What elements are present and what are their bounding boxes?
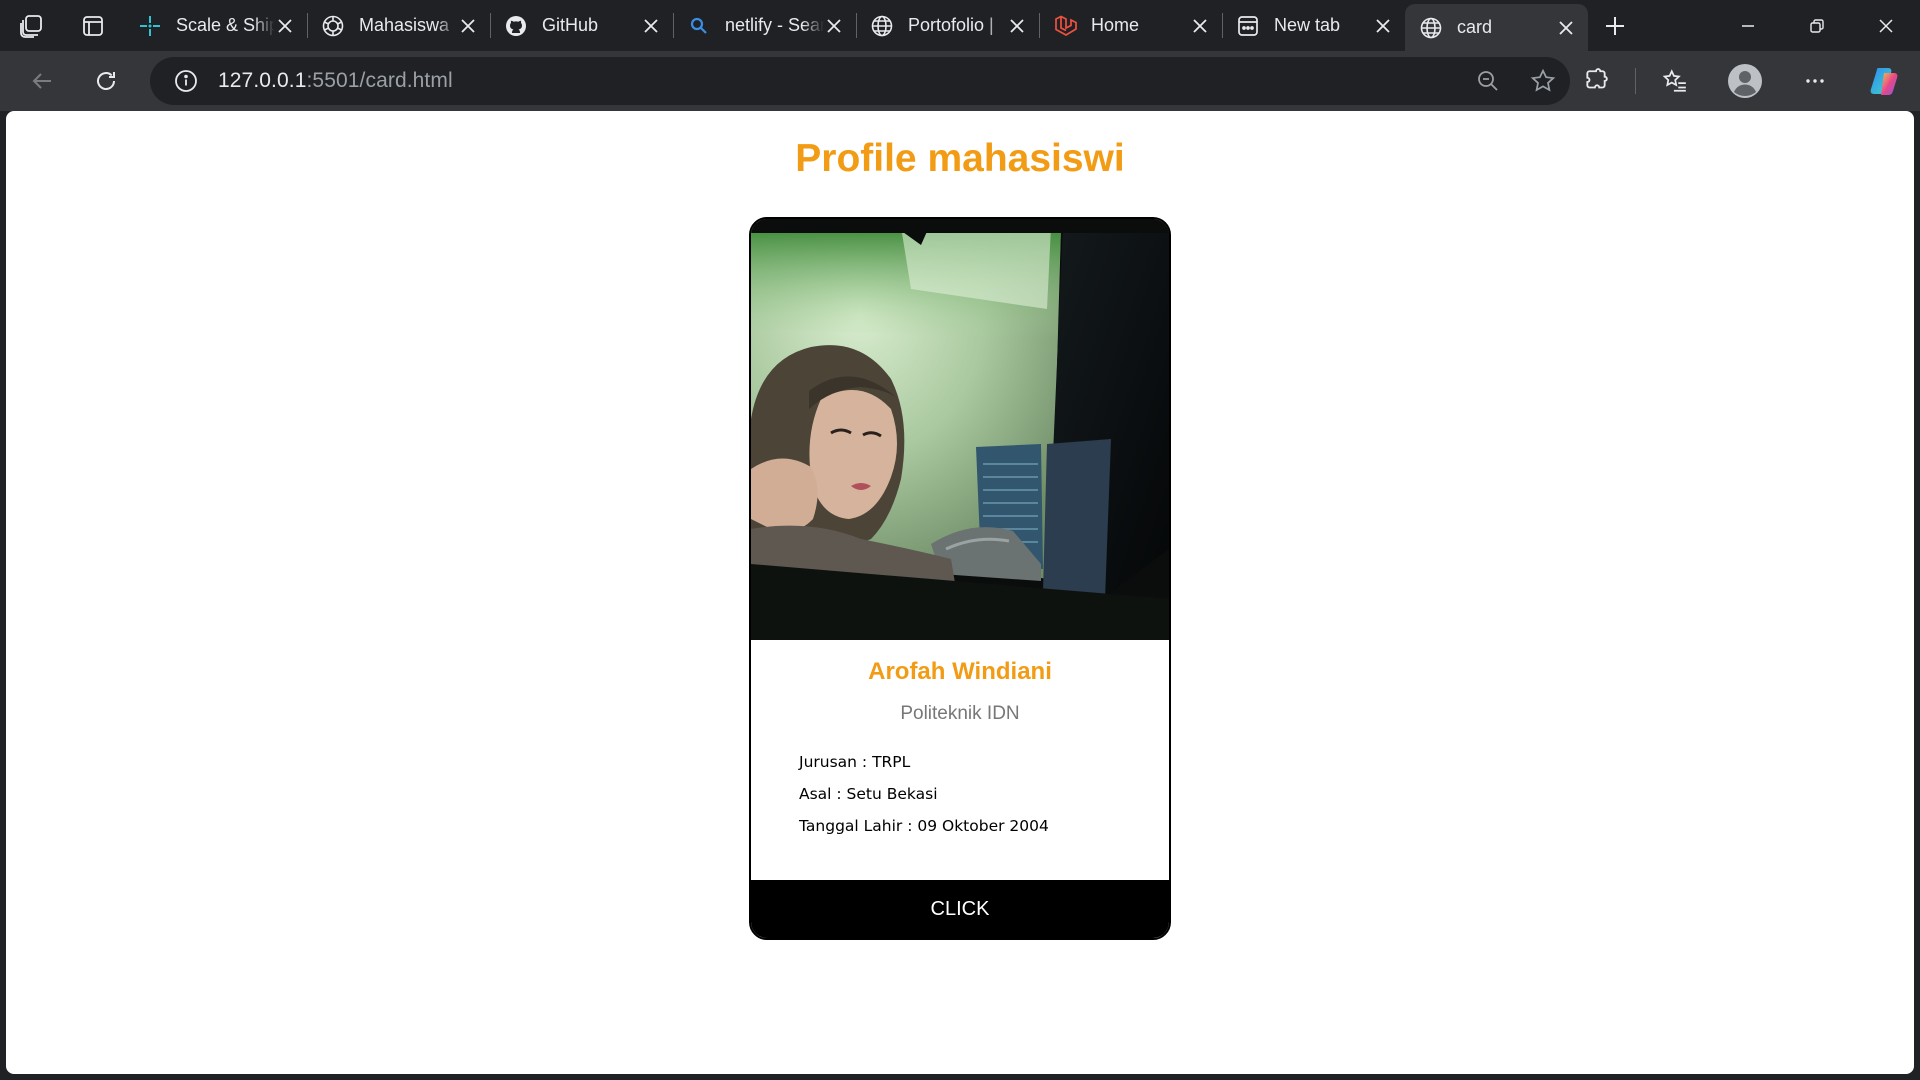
page-title: Profile mahasiswi (795, 137, 1125, 180)
student-school: Politeknik IDN (900, 703, 1020, 724)
openai-icon (321, 14, 345, 38)
page-viewport: Profile mahasiswi Arofah Windiani Polite… (6, 111, 1914, 1074)
tab-scale-ship[interactable]: Scale & Ship (124, 0, 307, 51)
profile-photo (751, 219, 1169, 640)
close-icon[interactable] (275, 16, 295, 36)
favorites-button[interactable] (1640, 51, 1710, 111)
close-icon[interactable] (1373, 16, 1393, 36)
minimize-icon (1741, 24, 1754, 27)
back-arrow-icon (32, 73, 51, 89)
tab-netlify-search[interactable]: netlify - Search (673, 0, 856, 51)
refresh-icon (97, 72, 115, 90)
url-path: :5501/card.html (306, 69, 453, 92)
close-icon[interactable] (641, 16, 661, 36)
tab-actions-button[interactable] (62, 0, 124, 51)
refresh-button[interactable] (74, 51, 138, 111)
more-menu-button[interactable] (1780, 51, 1850, 111)
window-controls (1713, 0, 1920, 51)
copilot-button[interactable] (1850, 51, 1920, 111)
tab-title: card (1457, 17, 1493, 37)
click-button[interactable]: CLICK (751, 880, 1169, 938)
search-icon (687, 14, 711, 38)
globe-icon (870, 14, 894, 38)
extensions-button[interactable] (1561, 51, 1631, 111)
tab-title: Portofolio | (908, 15, 994, 35)
sparkle-icon (138, 14, 162, 38)
tab-card[interactable]: card (1405, 4, 1588, 51)
toolbar-divider (1635, 68, 1636, 94)
close-icon (1878, 18, 1893, 33)
copilot-icon (1870, 68, 1898, 95)
newtab-icon (1236, 14, 1260, 38)
tab-mahasiswa[interactable]: Mahasiswa (307, 0, 490, 51)
browser-toolbar: 127.0.0.1:5501/card.html (0, 51, 1920, 111)
restore-button[interactable] (1782, 0, 1851, 51)
tab-title: Mahasiswa (359, 15, 450, 35)
back-button[interactable] (10, 51, 74, 111)
close-icon[interactable] (824, 16, 844, 36)
star-icon[interactable] (1530, 68, 1556, 94)
favorites-list-icon (1662, 69, 1686, 92)
close-icon[interactable] (1190, 16, 1210, 36)
zoom-out-icon[interactable] (1476, 69, 1500, 93)
restore-icon (1809, 18, 1824, 33)
tab-github[interactable]: GitHub (490, 0, 673, 51)
student-name: Arofah Windiani (868, 658, 1052, 685)
close-window-button[interactable] (1851, 0, 1920, 51)
tab-title: GitHub (542, 15, 599, 35)
github-icon (504, 14, 528, 38)
more-dots-icon (1806, 79, 1824, 83)
address-bar[interactable]: 127.0.0.1:5501/card.html (150, 57, 1570, 105)
tab-home[interactable]: Home (1039, 0, 1222, 51)
tab-title: Scale & Ship (176, 15, 275, 35)
profile-card: Arofah Windiani Politeknik IDN Jurusan :… (749, 217, 1171, 940)
jurusan-text: Jurusan : TRPL (799, 753, 911, 771)
tab-new-tab[interactable]: New tab (1222, 0, 1405, 51)
url-text[interactable]: 127.0.0.1:5501/card.html (218, 69, 453, 93)
close-icon[interactable] (458, 16, 478, 36)
tab-portofolio[interactable]: Portofolio | (856, 0, 1039, 51)
profile-button[interactable] (1710, 51, 1780, 111)
tab-title: Home (1091, 15, 1140, 35)
avatar-icon (1728, 64, 1762, 98)
student-info: Jurusan : TRPL Asal : Setu Bekasi Tangga… (799, 746, 1049, 842)
workspaces-button[interactable] (0, 0, 62, 51)
minimize-button[interactable] (1713, 0, 1782, 51)
tab-actions-icon (83, 15, 103, 36)
puzzle-icon (1586, 68, 1608, 89)
asal-text: Asal : Setu Bekasi (799, 785, 938, 803)
tab-strip: Scale & Ship Mahasiswa GitHub netlify - … (0, 0, 1920, 51)
close-icon[interactable] (1007, 16, 1027, 36)
plus-icon (1606, 16, 1624, 35)
info-icon[interactable] (174, 69, 198, 93)
laravel-icon (1053, 14, 1077, 38)
url-host: 127.0.0.1 (218, 69, 307, 92)
close-icon[interactable] (1556, 18, 1576, 38)
workspaces-icon (20, 14, 42, 38)
new-tab-button[interactable] (1588, 0, 1642, 51)
tanggal-lahir-text: Tanggal Lahir : 09 Oktober 2004 (799, 817, 1049, 835)
tab-title: New tab (1274, 15, 1341, 35)
globe-icon (1419, 16, 1443, 40)
tab-title: netlify - Search (725, 15, 824, 35)
